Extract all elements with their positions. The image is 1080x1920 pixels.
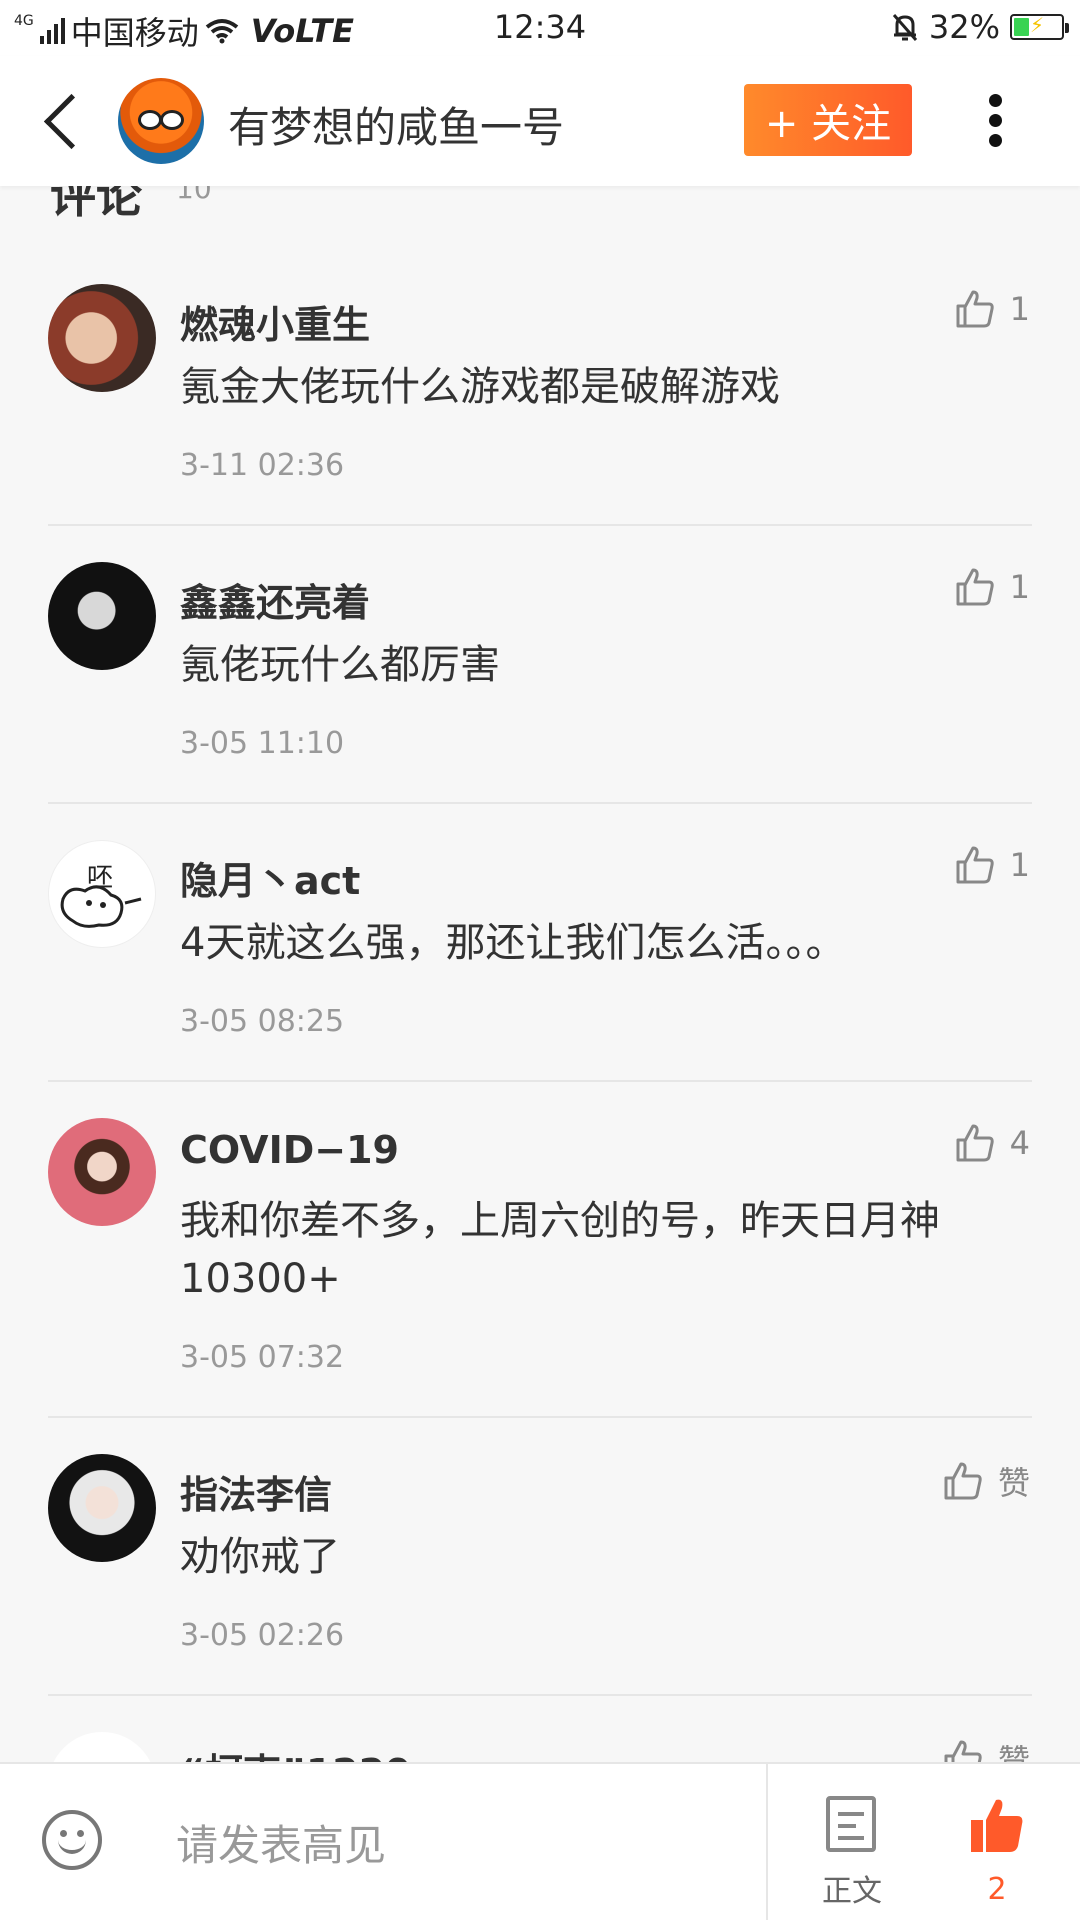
like-count: 1: [1009, 290, 1030, 328]
divider: [48, 1080, 1032, 1082]
commenter-avatar[interactable]: [48, 284, 156, 392]
thumbs-up-icon: [954, 1122, 996, 1164]
emoji-icon[interactable]: [42, 1810, 102, 1870]
comment-text: 我和你差不多，上周六创的号，昨天日月神10300+: [180, 1198, 940, 1302]
battery-percent: 32%: [928, 8, 1000, 46]
doodle-face-icon: [60, 885, 142, 928]
follow-button[interactable]: + 关注: [744, 84, 912, 156]
bottom-bar: 请发表高见 正文 2: [0, 1762, 1080, 1920]
comment-time: 3-05 02:26: [180, 1618, 345, 1653]
divider: [48, 802, 1032, 804]
back-button[interactable]: [38, 86, 88, 156]
commenter-name[interactable]: 燃魂小重生: [180, 294, 370, 349]
like-count: 1: [1009, 568, 1030, 606]
comment-text: 4天就这么强，那还让我们怎么活。。。: [180, 920, 846, 966]
thumbs-up-icon: [954, 566, 996, 608]
commenter-name[interactable]: “柯南”1229: [180, 1742, 412, 1762]
divider: [48, 1416, 1032, 1418]
charging-icon: ⚡: [1029, 13, 1045, 37]
like-count: 4: [1009, 1124, 1030, 1162]
article-button[interactable]: 正文: [820, 1796, 884, 1909]
divider: [766, 1764, 768, 1920]
comment-like-button[interactable]: 4: [954, 1122, 1030, 1164]
comment-like-button[interactable]: 1: [954, 844, 1030, 886]
article-label: 正文: [822, 1874, 882, 1909]
author-name[interactable]: 有梦想的咸鱼一号: [228, 94, 564, 155]
comment-time: 3-05 07:32: [180, 1340, 345, 1375]
article-like-button[interactable]: 2: [962, 1790, 1032, 1910]
like-label: 赞: [997, 1742, 1030, 1762]
comment-like-button[interactable]: 1: [954, 288, 1030, 330]
battery-icon: ⚡: [1010, 13, 1069, 40]
emoji-mouth: [58, 1838, 86, 1854]
commenter-avatar[interactable]: [48, 562, 156, 670]
comment-input[interactable]: 请发表高见: [176, 1812, 386, 1873]
comment-time: 3-05 08:25: [180, 1004, 345, 1039]
comments-list[interactable]: 燃魂小重生 1 氪金大佬玩什么游戏都是破解游戏 3-11 02:36 鑫鑫还亮着…: [0, 186, 1080, 1762]
commenter-name[interactable]: COVID−19: [180, 1128, 399, 1172]
comment-like-button[interactable]: 赞: [942, 1736, 1030, 1762]
comment-text: 氪金大佬玩什么游戏都是破解游戏: [180, 364, 780, 410]
commenter-name[interactable]: 指法李信: [180, 1464, 332, 1519]
article-like-count: 2: [987, 1872, 1007, 1907]
author-avatar[interactable]: [118, 78, 204, 164]
commenter-avatar[interactable]: [48, 1454, 156, 1562]
commenter-avatar[interactable]: [48, 1732, 156, 1762]
thumbs-up-icon: [942, 1460, 984, 1502]
comment-time: 3-11 02:36: [180, 448, 345, 483]
mute-bell-icon: [892, 14, 918, 41]
status-bar: 4G 中国移动 VoLTE 12:34 32% ⚡: [0, 0, 1080, 56]
thumbs-up-filled-icon: [971, 1799, 1023, 1852]
commenter-avatar[interactable]: [48, 1118, 156, 1226]
comment-time: 3-05 11:10: [180, 726, 345, 761]
comment-text: 劝你戒了: [180, 1534, 340, 1580]
divider: [48, 1694, 1032, 1696]
commenter-name[interactable]: 隐月丶act: [180, 850, 360, 905]
comment-text: 氪佬玩什么都厉害: [180, 642, 500, 688]
like-label: 赞: [997, 1464, 1030, 1502]
like-count: 1: [1009, 846, 1030, 884]
article-icon: [826, 1796, 876, 1852]
comment-like-button[interactable]: 赞: [942, 1458, 1030, 1504]
more-options-button[interactable]: [980, 86, 1010, 156]
app-header: 有梦想的咸鱼一号 + 关注: [0, 56, 1080, 186]
thumbs-up-icon: [954, 288, 996, 330]
status-right: 32% ⚡: [891, 8, 1069, 46]
divider: [48, 524, 1032, 526]
comment-like-button[interactable]: 1: [954, 566, 1030, 608]
commenter-avatar[interactable]: 呸: [48, 840, 156, 948]
thumbs-up-icon: [954, 844, 996, 886]
thumbs-up-icon: [942, 1738, 984, 1762]
commenter-name[interactable]: 鑫鑫还亮着: [180, 572, 370, 627]
